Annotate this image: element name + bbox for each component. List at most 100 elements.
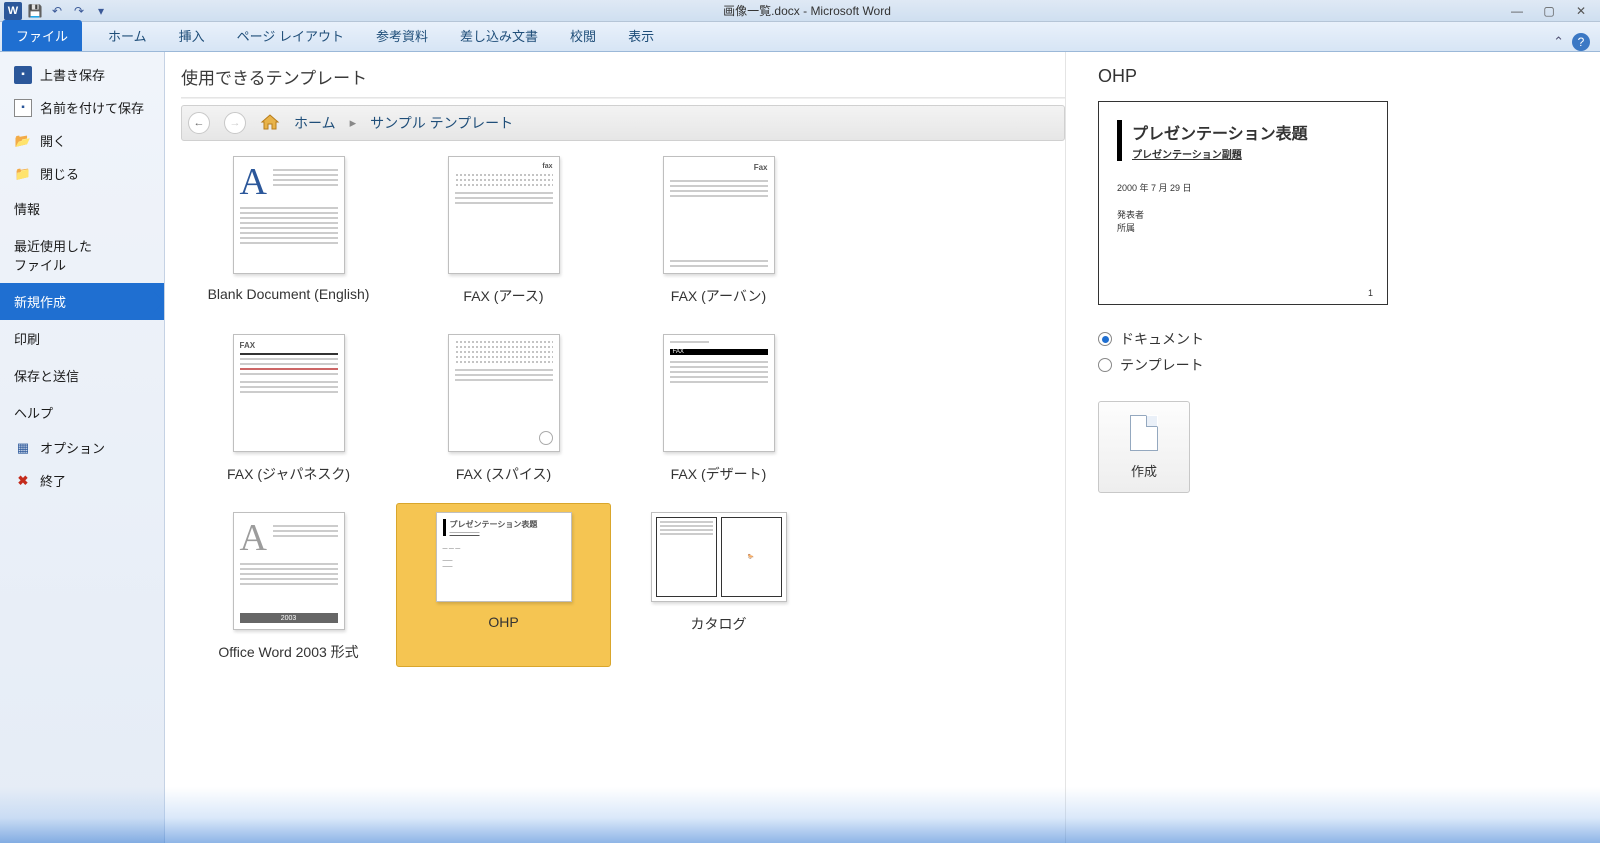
slide-author: 発表者 所属 bbox=[1117, 208, 1369, 234]
gallery-scroll: ▲ A Blank Document (English) fax bbox=[181, 145, 1065, 843]
create-button[interactable]: 作成 bbox=[1098, 401, 1190, 493]
template-thumbnail: fax bbox=[448, 156, 560, 274]
close-icon[interactable]: ✕ bbox=[1568, 2, 1594, 20]
tab-layout[interactable]: ページ レイアウト bbox=[221, 20, 360, 51]
nav-recent[interactable]: 最近使用した ファイル bbox=[0, 227, 164, 283]
folder-open-icon: 📂 bbox=[14, 132, 32, 150]
new-page-icon bbox=[1130, 415, 1158, 451]
nav-print[interactable]: 印刷 bbox=[0, 320, 164, 357]
nav-close[interactable]: 📁閉じる bbox=[0, 157, 164, 190]
template-catalog[interactable]: 🐎 カタログ bbox=[611, 503, 826, 667]
template-label: FAX (ジャパネスク) bbox=[227, 464, 350, 484]
maximize-icon[interactable]: ▢ bbox=[1536, 2, 1562, 20]
template-thumbnail: FAX bbox=[233, 334, 345, 452]
preview-pane: OHP プレゼンテーション表題 プレゼンテーション副題 2000 年 7 月 2… bbox=[1065, 52, 1600, 843]
radio-template[interactable]: テンプレート bbox=[1098, 355, 1562, 375]
backstage-main: 使用できるテンプレート ← → ホーム ▸ サンプル テンプレート ▲ bbox=[165, 52, 1600, 843]
template-fax-urban[interactable]: Fax FAX (アーバン) bbox=[611, 147, 826, 311]
nav-info[interactable]: 情報 bbox=[0, 190, 164, 227]
window-controls: — ▢ ✕ bbox=[1504, 2, 1600, 20]
app-name: Microsoft Word bbox=[810, 4, 890, 18]
nav-saveas[interactable]: ▪名前を付けて保存 bbox=[0, 91, 164, 124]
template-label: Office Word 2003 形式 bbox=[218, 642, 358, 662]
template-label: Blank Document (English) bbox=[208, 286, 370, 302]
template-blank-english[interactable]: A Blank Document (English) bbox=[181, 147, 396, 311]
ribbon-tabs: ファイル ホーム 挿入 ページ レイアウト 参考資料 差し込み文書 校閲 表示 … bbox=[0, 22, 1600, 52]
template-thumbnail: プレゼンテーション表題 ――――― ― ― ― ―――― bbox=[436, 512, 572, 602]
slide-title: プレゼンテーション表題 bbox=[1132, 120, 1369, 144]
create-as-radios: ドキュメント テンプレート bbox=[1098, 329, 1562, 375]
nav-save[interactable]: ▪上書き保存 bbox=[0, 58, 164, 91]
chevron-right-icon: ▸ bbox=[350, 115, 357, 131]
quick-access-toolbar: W 💾 ↶ ↷ ▾ bbox=[0, 2, 110, 20]
template-fax-earth[interactable]: fax FAX (アース) bbox=[396, 147, 611, 311]
create-label: 作成 bbox=[1131, 461, 1157, 480]
document-name: 画像一覧.docx bbox=[723, 4, 800, 18]
template-label: FAX (アース) bbox=[463, 286, 543, 306]
pane-title: 使用できるテンプレート bbox=[181, 64, 1065, 97]
save-icon[interactable]: 💾 bbox=[26, 2, 44, 20]
word-logo-icon: W bbox=[4, 2, 22, 20]
radio-icon bbox=[1098, 358, 1112, 372]
breadcrumb-back-icon[interactable]: ← bbox=[188, 112, 210, 134]
floppy-icon: ▪ bbox=[14, 66, 32, 84]
redo-icon[interactable]: ↷ bbox=[70, 2, 88, 20]
home-icon[interactable] bbox=[260, 113, 280, 131]
nav-exit[interactable]: ✖終了 bbox=[0, 464, 164, 497]
template-thumbnail: Fax bbox=[663, 156, 775, 274]
radio-icon bbox=[1098, 332, 1112, 346]
help-icon[interactable]: ? bbox=[1572, 33, 1590, 51]
exit-icon: ✖ bbox=[14, 472, 32, 490]
minimize-icon[interactable]: — bbox=[1504, 2, 1530, 20]
window-title: 画像一覧.docx - Microsoft Word bbox=[110, 2, 1504, 19]
template-thumbnail bbox=[448, 334, 560, 452]
nav-options[interactable]: ▦オプション bbox=[0, 431, 164, 464]
backstage-nav: ▪上書き保存 ▪名前を付けて保存 📂開く 📁閉じる 情報 最近使用した ファイル… bbox=[0, 52, 165, 843]
preview-thumbnail: プレゼンテーション表題 プレゼンテーション副題 2000 年 7 月 29 日 … bbox=[1098, 101, 1388, 305]
tab-review[interactable]: 校閲 bbox=[554, 20, 612, 51]
nav-help[interactable]: ヘルプ bbox=[0, 394, 164, 431]
slide-date: 2000 年 7 月 29 日 bbox=[1117, 181, 1369, 194]
template-ohp[interactable]: プレゼンテーション表題 ――――― ― ― ― ―――― OHP bbox=[396, 503, 611, 667]
options-icon: ▦ bbox=[14, 439, 32, 457]
tab-home[interactable]: ホーム bbox=[92, 20, 163, 51]
breadcrumb-sample[interactable]: サンプル テンプレート bbox=[370, 113, 513, 133]
template-fax-spice[interactable]: FAX (スパイス) bbox=[396, 325, 611, 489]
template-thumbnail: A bbox=[233, 156, 345, 274]
template-label: FAX (デザート) bbox=[671, 464, 767, 484]
slide-page-number: 1 bbox=[1368, 288, 1373, 298]
undo-icon[interactable]: ↶ bbox=[48, 2, 66, 20]
tab-mailings[interactable]: 差し込み文書 bbox=[444, 20, 554, 51]
tab-insert[interactable]: 挿入 bbox=[163, 20, 221, 51]
slide-subtitle: プレゼンテーション副題 bbox=[1132, 146, 1369, 161]
divider bbox=[181, 97, 1065, 99]
ribbon-collapse-icon[interactable]: ⌃ bbox=[1553, 34, 1564, 50]
template-thumbnail: A 2003 bbox=[233, 512, 345, 630]
nav-new[interactable]: 新規作成 bbox=[0, 283, 164, 320]
template-label: FAX (スパイス) bbox=[456, 464, 551, 484]
template-thumbnail: FAX bbox=[663, 334, 775, 452]
template-fax-japanesque[interactable]: FAX FAX (ジャパネスク) bbox=[181, 325, 396, 489]
qat-dropdown-icon[interactable]: ▾ bbox=[92, 2, 110, 20]
template-label: OHP bbox=[488, 614, 518, 630]
floppy-saveas-icon: ▪ bbox=[14, 99, 32, 117]
template-fax-desert[interactable]: FAX FAX (デザート) bbox=[611, 325, 826, 489]
breadcrumb-home[interactable]: ホーム bbox=[294, 113, 336, 133]
breadcrumb-forward-icon[interactable]: → bbox=[224, 112, 246, 134]
radio-document[interactable]: ドキュメント bbox=[1098, 329, 1562, 349]
gallery-grid: A Blank Document (English) fax FAX (アース) bbox=[181, 145, 1065, 667]
gallery-pane: 使用できるテンプレート ← → ホーム ▸ サンプル テンプレート ▲ bbox=[165, 52, 1065, 843]
folder-close-icon: 📁 bbox=[14, 165, 32, 183]
preview-title: OHP bbox=[1098, 66, 1562, 87]
backstage: ▪上書き保存 ▪名前を付けて保存 📂開く 📁閉じる 情報 最近使用した ファイル… bbox=[0, 52, 1600, 843]
template-thumbnail: 🐎 bbox=[651, 512, 787, 602]
tab-file[interactable]: ファイル bbox=[2, 20, 82, 51]
titlebar: W 💾 ↶ ↷ ▾ 画像一覧.docx - Microsoft Word — ▢… bbox=[0, 0, 1600, 22]
tab-view[interactable]: 表示 bbox=[612, 20, 670, 51]
nav-open[interactable]: 📂開く bbox=[0, 124, 164, 157]
template-word2003[interactable]: A 2003 Office Word 2003 形式 bbox=[181, 503, 396, 667]
tab-references[interactable]: 参考資料 bbox=[360, 20, 444, 51]
template-label: カタログ bbox=[691, 614, 747, 634]
nav-share[interactable]: 保存と送信 bbox=[0, 357, 164, 394]
breadcrumb: ← → ホーム ▸ サンプル テンプレート bbox=[181, 105, 1065, 141]
